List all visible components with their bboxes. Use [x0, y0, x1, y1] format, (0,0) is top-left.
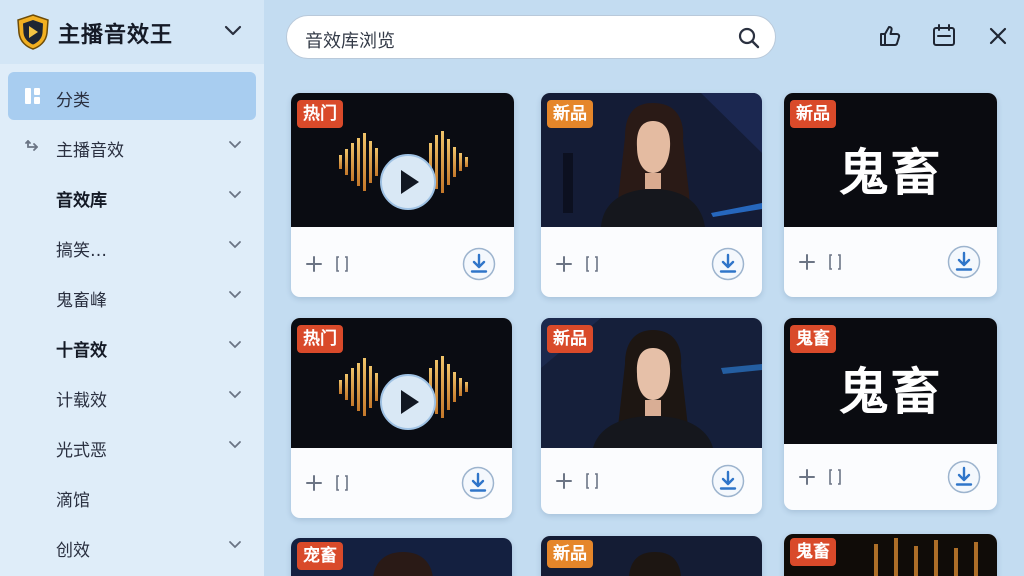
- new-tag: 新品: [790, 100, 836, 128]
- bookmark-icon[interactable]: [335, 255, 349, 273]
- sidebar-item-label: 主播音效: [56, 141, 124, 161]
- bookmark-icon[interactable]: [585, 255, 599, 273]
- sidebar-item-guichu[interactable]: 鬼畜峰: [8, 272, 256, 320]
- card-thumbnail[interactable]: 新品: [541, 93, 762, 227]
- category-tag: 鬼畜: [790, 538, 836, 566]
- sound-card[interactable]: 宠畜: [291, 538, 512, 576]
- chevron-down-icon: [229, 241, 241, 249]
- sidebar-item-create[interactable]: 创效: [8, 522, 256, 570]
- sidebar-item-label: 计载效: [56, 391, 107, 411]
- add-icon[interactable]: [798, 253, 816, 271]
- bookmark-icon[interactable]: [335, 474, 349, 492]
- swap-icon: [25, 140, 38, 151]
- download-icon[interactable]: [711, 247, 745, 281]
- sidebar-item-label: 创效: [56, 541, 90, 561]
- sidebar-item-label: 十音效: [56, 341, 107, 361]
- app-title: 主播音效王: [58, 23, 174, 48]
- sidebar: 主播音效王 分类 主播音效 音效库 搞笑… 鬼畜峰 十音效 计载效 光式恶 滴馆…: [0, 0, 264, 576]
- sidebar-item-light-effects[interactable]: 光式恶: [8, 422, 256, 470]
- card-thumbnail[interactable]: 新品: [541, 536, 762, 576]
- thumbnail-title: 鬼畜: [838, 363, 943, 421]
- thumbnail-title: 鬼畜: [838, 144, 943, 202]
- sound-card[interactable]: 鬼畜: [784, 534, 997, 576]
- brand-header: 主播音效王: [0, 0, 264, 64]
- sidebar-item-label: 光式恶: [56, 441, 107, 461]
- chevron-down-icon: [229, 541, 241, 549]
- card-thumbnail[interactable]: 热门: [291, 318, 512, 448]
- sidebar-item-ten-sounds[interactable]: 十音效: [8, 322, 256, 370]
- download-icon[interactable]: [461, 466, 495, 500]
- sound-card[interactable]: 鬼畜 鬼畜: [784, 318, 997, 510]
- close-icon[interactable]: [984, 22, 1012, 50]
- search-input[interactable]: 音效库浏览: [286, 15, 776, 59]
- sidebar-item-category[interactable]: 分类: [8, 72, 256, 120]
- shield-logo-icon: [17, 14, 49, 50]
- sound-card[interactable]: 新品: [541, 318, 762, 514]
- download-icon[interactable]: [947, 460, 981, 494]
- sidebar-item-download-effects[interactable]: 计载效: [8, 372, 256, 420]
- sidebar-item-sound-library[interactable]: 音效库: [8, 172, 256, 220]
- chevron-down-icon[interactable]: [224, 24, 242, 38]
- card-thumbnail[interactable]: 鬼畜: [784, 534, 997, 576]
- card-thumbnail[interactable]: 鬼畜 鬼畜: [784, 318, 997, 444]
- new-tag: 新品: [547, 325, 593, 353]
- add-icon[interactable]: [798, 468, 816, 486]
- category-tag: 宠畜: [297, 542, 343, 570]
- sound-card[interactable]: 新品: [541, 93, 762, 297]
- chevron-down-icon: [229, 391, 241, 399]
- chevron-down-icon: [229, 141, 241, 149]
- sidebar-item-funny[interactable]: 搞笑…: [8, 222, 256, 270]
- sound-card[interactable]: 热门: [291, 318, 512, 518]
- sound-card[interactable]: 热门: [291, 93, 514, 297]
- bookmark-icon[interactable]: [828, 253, 842, 271]
- card-thumbnail[interactable]: 鬼畜 新品: [784, 93, 997, 227]
- sound-card[interactable]: 鬼畜 新品: [784, 93, 997, 297]
- chevron-down-icon: [229, 291, 241, 299]
- search-icon[interactable]: [737, 26, 761, 50]
- sidebar-item-anchor-sounds[interactable]: 主播音效: [8, 122, 256, 170]
- category-grid-icon: [25, 88, 40, 104]
- sidebar-item-label: 分类: [56, 91, 90, 111]
- card-thumbnail[interactable]: 热门: [291, 93, 514, 227]
- hot-tag: 热门: [297, 100, 343, 128]
- chevron-down-icon: [229, 191, 241, 199]
- bookmark-icon[interactable]: [828, 468, 842, 486]
- chevron-down-icon: [229, 341, 241, 349]
- sidebar-item-label: 鬼畜峰: [56, 291, 107, 311]
- sidebar-item-drops[interactable]: 滴馆: [8, 472, 256, 520]
- chevron-down-icon: [229, 441, 241, 449]
- thumbs-up-icon[interactable]: [876, 22, 904, 50]
- add-icon[interactable]: [305, 255, 323, 273]
- add-icon[interactable]: [305, 474, 323, 492]
- card-thumbnail[interactable]: 新品: [541, 318, 762, 448]
- download-icon[interactable]: [711, 464, 745, 498]
- search-input-value: 音效库浏览: [305, 31, 395, 52]
- download-icon[interactable]: [462, 247, 496, 281]
- category-tag: 鬼畜: [790, 325, 836, 353]
- add-icon[interactable]: [555, 255, 573, 273]
- card-thumbnail[interactable]: 宠畜: [291, 538, 512, 576]
- sound-card[interactable]: 新品: [541, 536, 762, 576]
- sidebar-item-label: 滴馆: [56, 491, 90, 511]
- new-tag: 新品: [547, 540, 593, 568]
- calendar-icon[interactable]: [930, 22, 958, 50]
- bookmark-icon[interactable]: [585, 472, 599, 490]
- hot-tag: 热门: [297, 325, 343, 353]
- new-tag: 新品: [547, 100, 593, 128]
- sidebar-item-label: 搞笑…: [56, 241, 107, 261]
- download-icon[interactable]: [947, 245, 981, 279]
- sidebar-item-label: 音效库: [56, 191, 107, 211]
- add-icon[interactable]: [555, 472, 573, 490]
